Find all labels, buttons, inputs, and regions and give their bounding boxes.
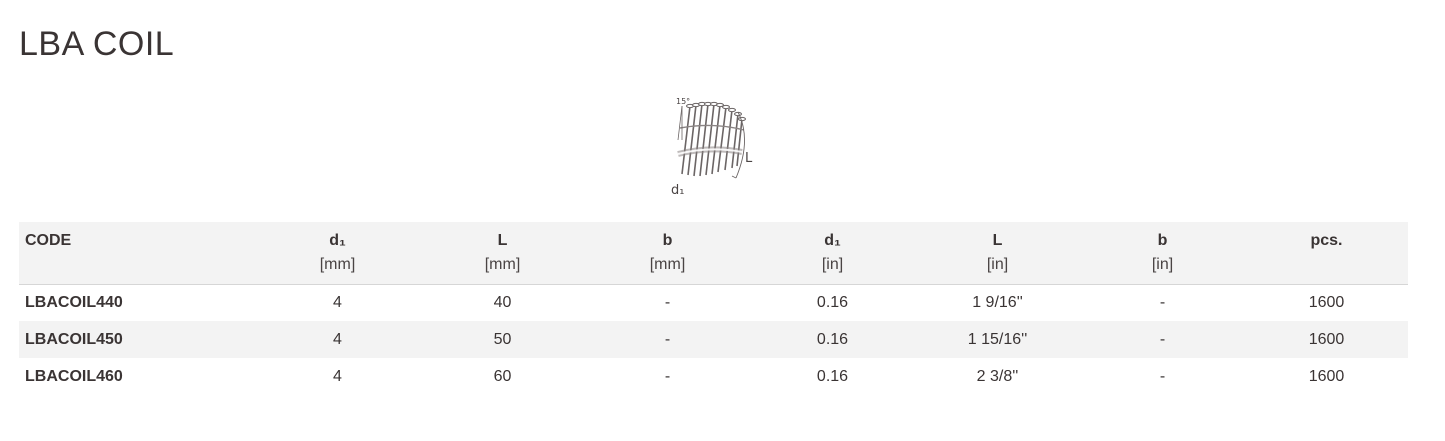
cell-l-in: 1 9/16'' (972, 293, 1023, 311)
header-l-mm: L [mm] (484, 232, 521, 273)
cell-l-mm: 40 (493, 293, 512, 311)
table-row: LBACOIL460 4 60 - 0.16 2 3/8'' - 1600 (19, 358, 1408, 395)
cell-b-mm: - (664, 330, 671, 348)
header-d1-mm: d₁ [mm] (319, 232, 356, 273)
cell-b-mm: - (664, 367, 671, 385)
table-row: LBACOIL440 4 40 - 0.16 1 9/16'' - 1600 (19, 284, 1408, 321)
coil-nail-diagram: 15° L d₁ (668, 92, 768, 202)
length-label: L (745, 151, 753, 166)
specification-table: CODE d₁ [mm] L [mm] b [mm] d₁ [in] L [in… (19, 222, 1408, 395)
cell-d1-mm: 4 (333, 367, 342, 385)
header-l-in: L [in] (986, 232, 1009, 273)
cell-pcs: 1600 (1308, 293, 1345, 311)
cell-code: LBACOIL450 (25, 330, 123, 348)
cell-d1-mm: 4 (333, 293, 342, 311)
cell-l-mm: 50 (493, 330, 512, 348)
diameter-label: d₁ (671, 183, 684, 198)
header-b-in: b [in] (1151, 232, 1174, 273)
cell-b-mm: - (664, 293, 671, 311)
cell-d1-in: 0.16 (816, 367, 849, 385)
cell-code: LBACOIL460 (25, 367, 123, 385)
cell-l-in: 1 15/16'' (967, 330, 1028, 348)
cell-b-in: - (1159, 293, 1166, 311)
cell-code: LBACOIL440 (25, 293, 123, 311)
cell-d1-mm: 4 (333, 330, 342, 348)
page-title: LBA COIL (19, 25, 175, 63)
header-code: CODE (25, 232, 72, 249)
cell-pcs: 1600 (1308, 330, 1345, 348)
cell-b-in: - (1159, 367, 1166, 385)
cell-l-in: 2 3/8'' (976, 367, 1019, 385)
cell-b-in: - (1159, 330, 1166, 348)
table-header-row: CODE d₁ [mm] L [mm] b [mm] d₁ [in] L [in… (19, 222, 1408, 284)
cell-d1-in: 0.16 (816, 330, 849, 348)
angle-label: 15° (676, 97, 690, 106)
header-b-mm: b [mm] (649, 232, 686, 273)
cell-l-mm: 60 (493, 367, 512, 385)
header-pcs: pcs. (1310, 232, 1343, 249)
cell-d1-in: 0.16 (816, 293, 849, 311)
table-row: LBACOIL450 4 50 - 0.16 1 15/16'' - 1600 (19, 321, 1408, 358)
header-d1-in: d₁ [in] (821, 232, 844, 273)
cell-pcs: 1600 (1308, 367, 1345, 385)
